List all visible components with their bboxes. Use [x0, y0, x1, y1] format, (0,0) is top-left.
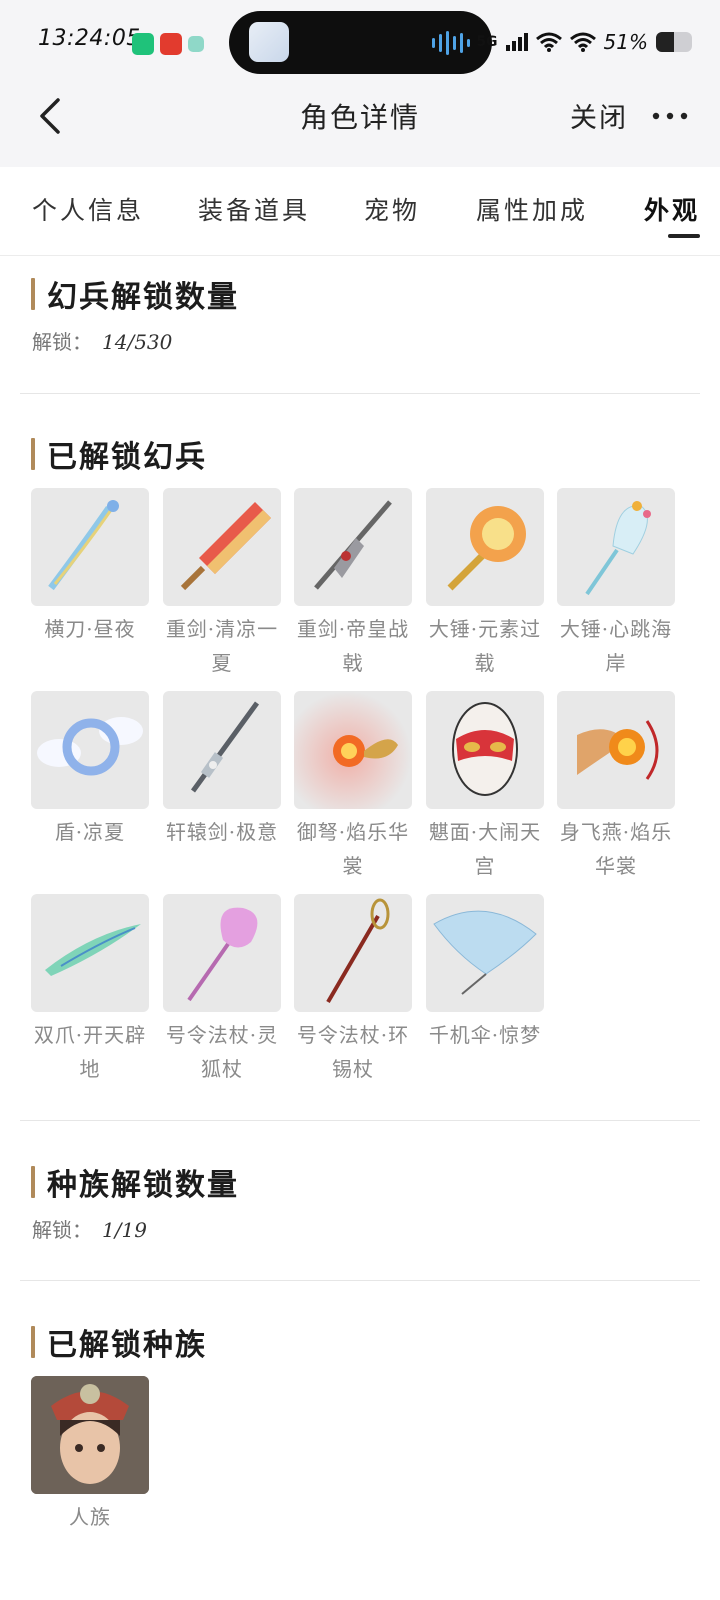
weapon-card[interactable]: 大锤·元素过载: [426, 488, 544, 680]
tab-personal-info[interactable]: 个人信息: [32, 191, 144, 227]
weapon-card[interactable]: 千机伞·惊梦: [426, 894, 544, 1052]
app-notification-icon: [160, 33, 182, 55]
section-accent-bar: [31, 1166, 35, 1198]
weapon-card[interactable]: 双爪·开天辟地: [31, 894, 149, 1086]
race-portrait[interactable]: [31, 1376, 149, 1494]
nav-bar: 角色详情 关闭: [0, 86, 720, 167]
weapon-image[interactable]: [294, 488, 412, 606]
tab-pets[interactable]: 宠物: [364, 191, 420, 227]
dynamic-island[interactable]: [229, 11, 492, 74]
app-notification-icon: [188, 36, 204, 52]
weapon-card[interactable]: 横刀·昼夜: [31, 488, 149, 646]
media-thumbnail: [249, 22, 289, 62]
weapon-name: 轩辕剑·极意: [165, 820, 279, 844]
weapon-name: 千机伞·惊梦: [428, 1023, 542, 1047]
weapon-card[interactable]: 重剑·帝皇战戟: [294, 488, 412, 680]
weapon-card[interactable]: 身飞燕·焰乐华裳: [557, 691, 675, 883]
section-title-text: 种族解锁数量: [47, 1168, 239, 1203]
weapon-card[interactable]: 魌面·大闹天宫: [426, 691, 544, 883]
section-title-text: 已解锁幻兵: [47, 440, 207, 475]
weapon-name: 大锤·心跳海岸: [559, 617, 673, 675]
section-title-race-count: 种族解锁数量: [31, 1160, 239, 1204]
section-title-races: 已解锁种族: [31, 1320, 207, 1364]
weapon-image[interactable]: [294, 691, 412, 809]
network-label: 5G: [476, 34, 498, 50]
weapon-image[interactable]: [163, 894, 281, 1012]
tab-appearance[interactable]: 外观: [644, 191, 700, 227]
unlock-value: 14/530: [102, 330, 173, 354]
active-tab-indicator: [668, 234, 700, 238]
weapon-name: 横刀·昼夜: [44, 617, 136, 641]
tab-equipment[interactable]: 装备道具: [198, 191, 310, 227]
weapon-card[interactable]: 重剑·清凉一夏: [163, 488, 281, 680]
weapon-image[interactable]: [426, 691, 544, 809]
weapon-card[interactable]: 大锤·心跳海岸: [557, 488, 675, 680]
battery-fill: [656, 32, 675, 52]
status-bar: 13:24:05 5G 51%: [0, 0, 720, 86]
tab-bar: 个人信息 装备道具 宠物 属性加成 外观: [0, 167, 720, 256]
section-accent-bar: [31, 1326, 35, 1358]
weapon-image[interactable]: [294, 894, 412, 1012]
weapon-card[interactable]: 号令法杖·环锡杖: [294, 894, 412, 1086]
section-accent-bar: [31, 278, 35, 310]
race-card[interactable]: 人族: [31, 1376, 149, 1534]
divider: [20, 393, 700, 394]
unlock-label: 解锁：: [32, 1218, 92, 1242]
weapon-name: 御弩·焰乐华裳: [296, 820, 410, 878]
weapon-name: 号令法杖·环锡杖: [296, 1023, 410, 1081]
weapon-name: 双爪·开天辟地: [33, 1023, 147, 1081]
audio-wave-icon: [432, 31, 470, 55]
wifi-icon: [535, 32, 562, 52]
weapon-image[interactable]: [557, 691, 675, 809]
battery-percent: 51%: [603, 30, 648, 54]
weapon-card[interactable]: 号令法杖·灵狐杖: [163, 894, 281, 1086]
weapon-card[interactable]: 轩辕剑·极意: [163, 691, 281, 849]
battery-icon: [656, 32, 692, 52]
weapon-card[interactable]: 盾·凉夏: [31, 691, 149, 849]
signal-icon: [505, 33, 528, 51]
app-notification-icon: [132, 33, 154, 55]
status-time: 13:24:05: [38, 26, 141, 51]
system-indicators: 5G 51%: [476, 30, 692, 54]
unlock-label: 解锁：: [32, 330, 92, 354]
weapon-image[interactable]: [557, 488, 675, 606]
section-title-weapons: 已解锁幻兵: [31, 432, 207, 476]
weapon-card[interactable]: 御弩·焰乐华裳: [294, 691, 412, 883]
weapon-image[interactable]: [426, 894, 544, 1012]
wifi-icon-secondary: [569, 32, 596, 52]
section-accent-bar: [31, 438, 35, 470]
weapon-name: 身飞燕·焰乐华裳: [559, 820, 673, 878]
weapon-name: 重剑·清凉一夏: [165, 617, 279, 675]
close-button[interactable]: 关闭: [570, 96, 628, 135]
weapon-name: 魌面·大闹天宫: [428, 820, 542, 878]
weapon-name: 重剑·帝皇战戟: [296, 617, 410, 675]
section-title-weapon-count: 幻兵解锁数量: [31, 272, 239, 316]
divider: [20, 1120, 700, 1121]
race-unlock-count: 解锁： 1/19: [32, 1214, 147, 1243]
weapon-image[interactable]: [31, 691, 149, 809]
notification-icons: [132, 33, 204, 55]
divider: [20, 1280, 700, 1281]
weapon-name: 号令法杖·灵狐杖: [165, 1023, 279, 1081]
section-title-text: 已解锁种族: [47, 1328, 207, 1363]
more-dots-icon[interactable]: [650, 106, 690, 126]
weapon-image[interactable]: [163, 488, 281, 606]
weapon-image[interactable]: [426, 488, 544, 606]
weapon-unlock-count: 解锁： 14/530: [32, 326, 172, 355]
weapon-image[interactable]: [163, 691, 281, 809]
weapon-name: 盾·凉夏: [54, 820, 126, 844]
weapon-name: 大锤·元素过载: [428, 617, 542, 675]
unlock-value: 1/19: [102, 1218, 147, 1242]
weapon-image[interactable]: [31, 894, 149, 1012]
race-name: 人族: [69, 1505, 111, 1529]
weapon-image[interactable]: [31, 488, 149, 606]
section-title-text: 幻兵解锁数量: [47, 280, 239, 315]
top-area: 13:24:05 5G 51% 角色详情 关闭: [0, 0, 720, 167]
tab-attributes[interactable]: 属性加成: [476, 191, 588, 227]
